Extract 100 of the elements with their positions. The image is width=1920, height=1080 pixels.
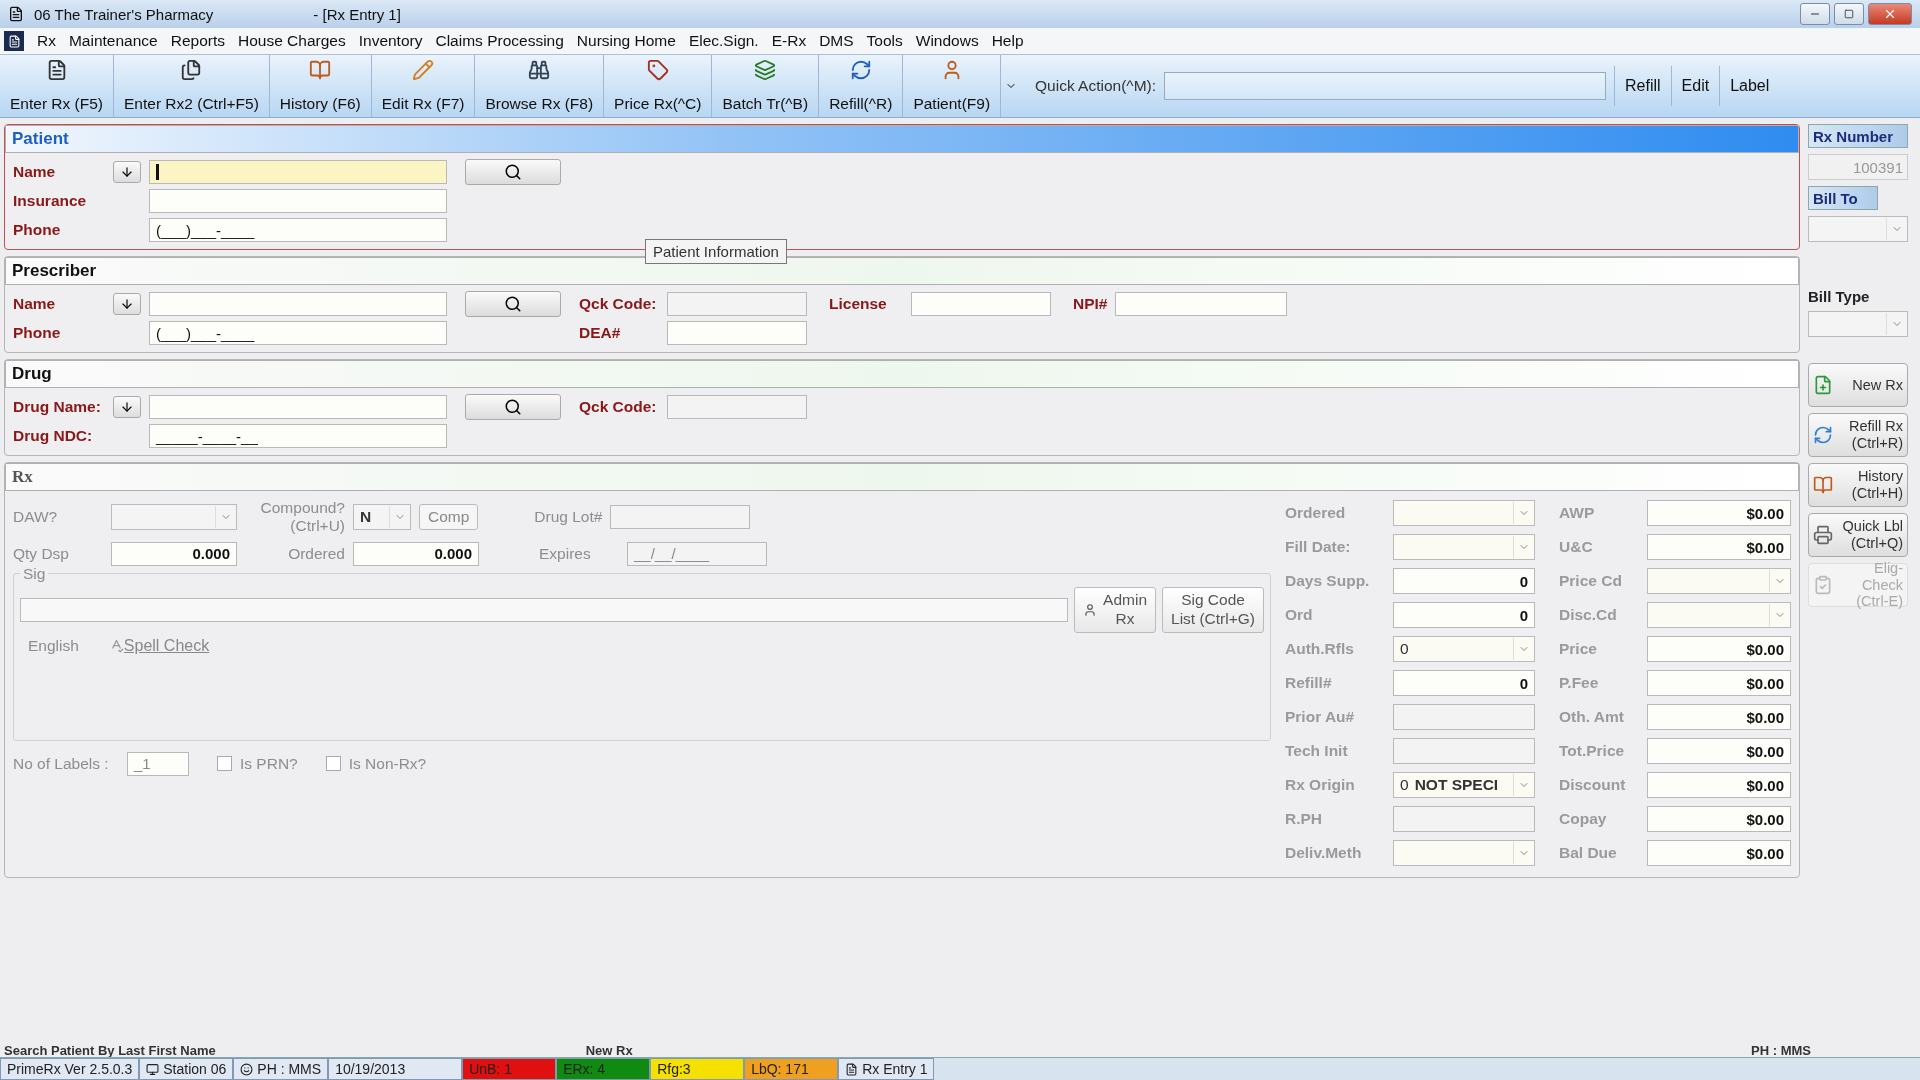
toolbar-link[interactable]: Label <box>1719 66 1780 106</box>
down-arrow-button[interactable] <box>113 293 141 315</box>
field-label: Phone <box>13 324 62 342</box>
number-field[interactable]: 0.000 <box>353 541 479 566</box>
toolbar-link[interactable]: Edit <box>1670 66 1720 106</box>
number-field[interactable]: 0 <box>1393 568 1535 594</box>
menu-item[interactable]: Help <box>991 32 1024 50</box>
dropdown[interactable] <box>1808 216 1908 242</box>
menu-item[interactable]: Maintenance <box>68 32 158 50</box>
search-icon <box>504 295 522 313</box>
sidebar-button[interactable]: Quick Lbl (Ctrl+Q) <box>1808 513 1908 557</box>
dropdown[interactable] <box>1393 534 1535 560</box>
dropdown[interactable] <box>1808 311 1908 337</box>
maximize-button[interactable] <box>1834 3 1864 25</box>
admin-rx-button[interactable]: Admin Rx <box>1074 586 1157 633</box>
text-field[interactable] <box>1115 292 1287 316</box>
menu-item[interactable]: House Charges <box>238 32 346 50</box>
number-field[interactable]: $0.00 <box>1647 840 1791 866</box>
number-field[interactable]: $0.00 <box>1647 534 1791 560</box>
menu-item[interactable]: Reports <box>170 32 225 50</box>
text-field[interactable] <box>149 395 447 419</box>
text-field[interactable] <box>149 292 447 316</box>
sidebar-button[interactable]: New Rx <box>1808 363 1908 407</box>
status-item: Rx Entry 1 <box>838 1058 935 1080</box>
checkbox[interactable] <box>217 756 232 772</box>
menu-item[interactable]: Inventory <box>358 32 423 50</box>
dropdown[interactable] <box>1647 602 1791 628</box>
field-label: Ordered <box>1285 504 1347 522</box>
text-field[interactable]: (___)___-____ <box>149 321 447 345</box>
field-label: Price Cd <box>1559 572 1623 590</box>
text-field[interactable] <box>149 160 447 184</box>
number-field[interactable]: $0.00 <box>1647 738 1791 764</box>
toolbar-button[interactable]: Batch Tr(^B) <box>712 55 820 117</box>
menu-item[interactable]: DMS <box>819 32 854 50</box>
number-field[interactable]: $0.00 <box>1647 636 1791 662</box>
search-button[interactable] <box>465 159 561 185</box>
dropdown[interactable]: N <box>353 503 411 530</box>
toolbar-button[interactable]: Enter Rx2 (Ctrl+F5) <box>114 55 270 117</box>
text-field[interactable] <box>1393 806 1535 832</box>
number-field[interactable]: $0.00 <box>1647 772 1791 798</box>
number-field[interactable]: 0 <box>1393 602 1535 628</box>
text-field[interactable] <box>1393 704 1535 730</box>
search-icon <box>504 163 522 181</box>
toolbar-button[interactable]: Patient(F9) <box>903 55 1002 117</box>
toolbar-button[interactable]: Browse Rx (F8) <box>475 55 605 117</box>
field-label: Prior Au# <box>1285 708 1356 726</box>
checkbox[interactable] <box>325 756 341 772</box>
menu-item[interactable]: Tools <box>866 32 903 50</box>
section-header: Bill To <box>1808 186 1878 210</box>
text-field[interactable] <box>911 292 1051 316</box>
menu-item[interactable]: Rx <box>37 32 56 50</box>
dropdown[interactable] <box>1393 840 1535 866</box>
number-field[interactable]: $0.00 <box>1647 704 1791 730</box>
text-field[interactable] <box>149 189 447 213</box>
number-field[interactable]: 0.000 <box>111 541 237 566</box>
sig-code-list-button[interactable]: Sig Code List (Ctrl+G) <box>1162 586 1264 633</box>
status-item: ERx: 4 <box>556 1058 651 1080</box>
dropdown[interactable] <box>1393 500 1535 526</box>
toolbar-button[interactable]: Enter Rx (F5) <box>0 55 114 117</box>
number-field[interactable]: 0 <box>1393 670 1535 696</box>
field-label: Fill Date: <box>1285 538 1352 556</box>
toolbar-button[interactable]: Refill(^R) <box>819 55 904 117</box>
number-field[interactable]: $0.00 <box>1647 500 1791 526</box>
down-arrow-button[interactable] <box>113 161 141 183</box>
close-button[interactable] <box>1868 3 1912 25</box>
text-field[interactable] <box>667 321 807 345</box>
menu-item[interactable]: Claims Processing <box>435 32 564 50</box>
text-field[interactable] <box>667 395 807 419</box>
menu-item[interactable]: Windows <box>915 32 979 50</box>
number-field[interactable]: $0.00 <box>1647 670 1791 696</box>
number-field[interactable]: $0.00 <box>1647 806 1791 832</box>
sidebar-button[interactable]: History (Ctrl+H) <box>1808 463 1908 507</box>
document-plus-icon <box>1813 375 1833 395</box>
clipboard-icon <box>1813 575 1833 595</box>
dropdown[interactable]: 0 NOT SPECI <box>1393 772 1535 798</box>
number-field[interactable]: _1 <box>127 751 189 776</box>
field-label: Copay <box>1559 810 1608 828</box>
dropdown[interactable] <box>111 503 237 530</box>
search-button[interactable] <box>465 394 561 420</box>
down-arrow-button[interactable] <box>113 396 141 418</box>
dropdown[interactable] <box>1647 568 1791 594</box>
text-field[interactable]: _____-____-__ <box>149 424 447 448</box>
dropdown[interactable]: 0 <box>1393 636 1535 662</box>
toolbar-button[interactable]: Edit Rx (F7) <box>371 55 476 117</box>
toolbar-button[interactable]: History (F6) <box>269 55 372 117</box>
sidebar-button[interactable]: Refill Rx (Ctrl+R) <box>1808 413 1908 457</box>
search-button[interactable] <box>465 291 561 317</box>
menu-item[interactable]: E-Rx <box>771 32 807 50</box>
minimize-button[interactable] <box>1800 3 1830 25</box>
menu-item[interactable]: Nursing Home <box>576 32 676 50</box>
quick-action-field[interactable] <box>1164 72 1606 100</box>
text-field[interactable]: (___)___-____ <box>149 218 447 242</box>
sig-field[interactable] <box>20 597 1069 622</box>
menu-item[interactable]: Elec.Sign. <box>688 32 759 50</box>
toolbar-button[interactable]: Price Rx(^C) <box>604 55 713 117</box>
field-label: Drug Name: <box>13 398 102 416</box>
text-field[interactable] <box>1393 738 1535 764</box>
toolbar-link[interactable]: Refill <box>1614 66 1671 106</box>
text-field[interactable] <box>667 292 807 316</box>
text-field[interactable] <box>610 504 751 529</box>
